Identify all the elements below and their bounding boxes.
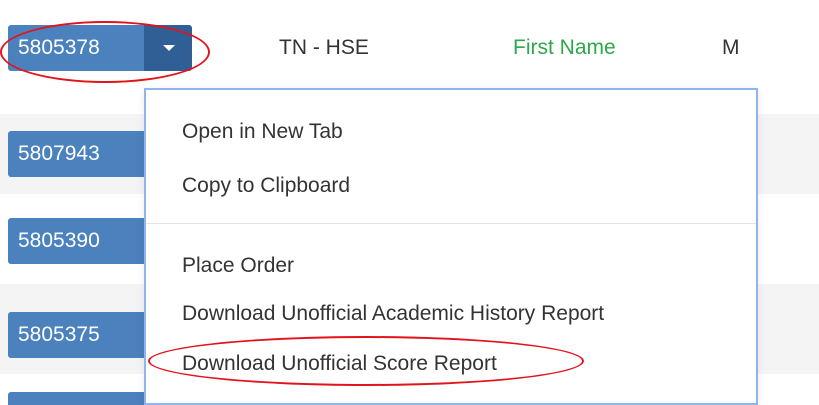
menu-item-copy-to-clipboard[interactable]: Copy to Clipboard [182,174,350,198]
student-id-button[interactable]: 5807943 [8,131,146,177]
student-id-button[interactable]: 5805375 [8,312,146,358]
student-table: 5805378 TN - HSE First Name M 5807943 58… [0,0,819,405]
menu-item-download-score-report[interactable]: Download Unofficial Score Report [182,352,497,376]
menu-item-open-in-new-tab[interactable]: Open in New Tab [182,120,343,144]
menu-item-place-order[interactable]: Place Order [182,254,294,278]
menu-divider [146,223,756,224]
chevron-down-icon [163,45,175,51]
row-actions-dropdown-button[interactable] [144,25,192,71]
student-id-button[interactable] [8,392,146,405]
program-cell: TN - HSE [279,36,369,59]
gender-cell: M [722,36,740,59]
menu-item-download-academic-history-report[interactable]: Download Unofficial Academic History Rep… [182,302,604,326]
student-id-button[interactable]: 5805390 [8,218,146,264]
first-name-cell[interactable]: First Name [513,36,616,60]
student-id-button[interactable]: 5805378 [8,25,146,71]
row-actions-menu: Open in New Tab Copy to Clipboard Place … [144,88,758,405]
